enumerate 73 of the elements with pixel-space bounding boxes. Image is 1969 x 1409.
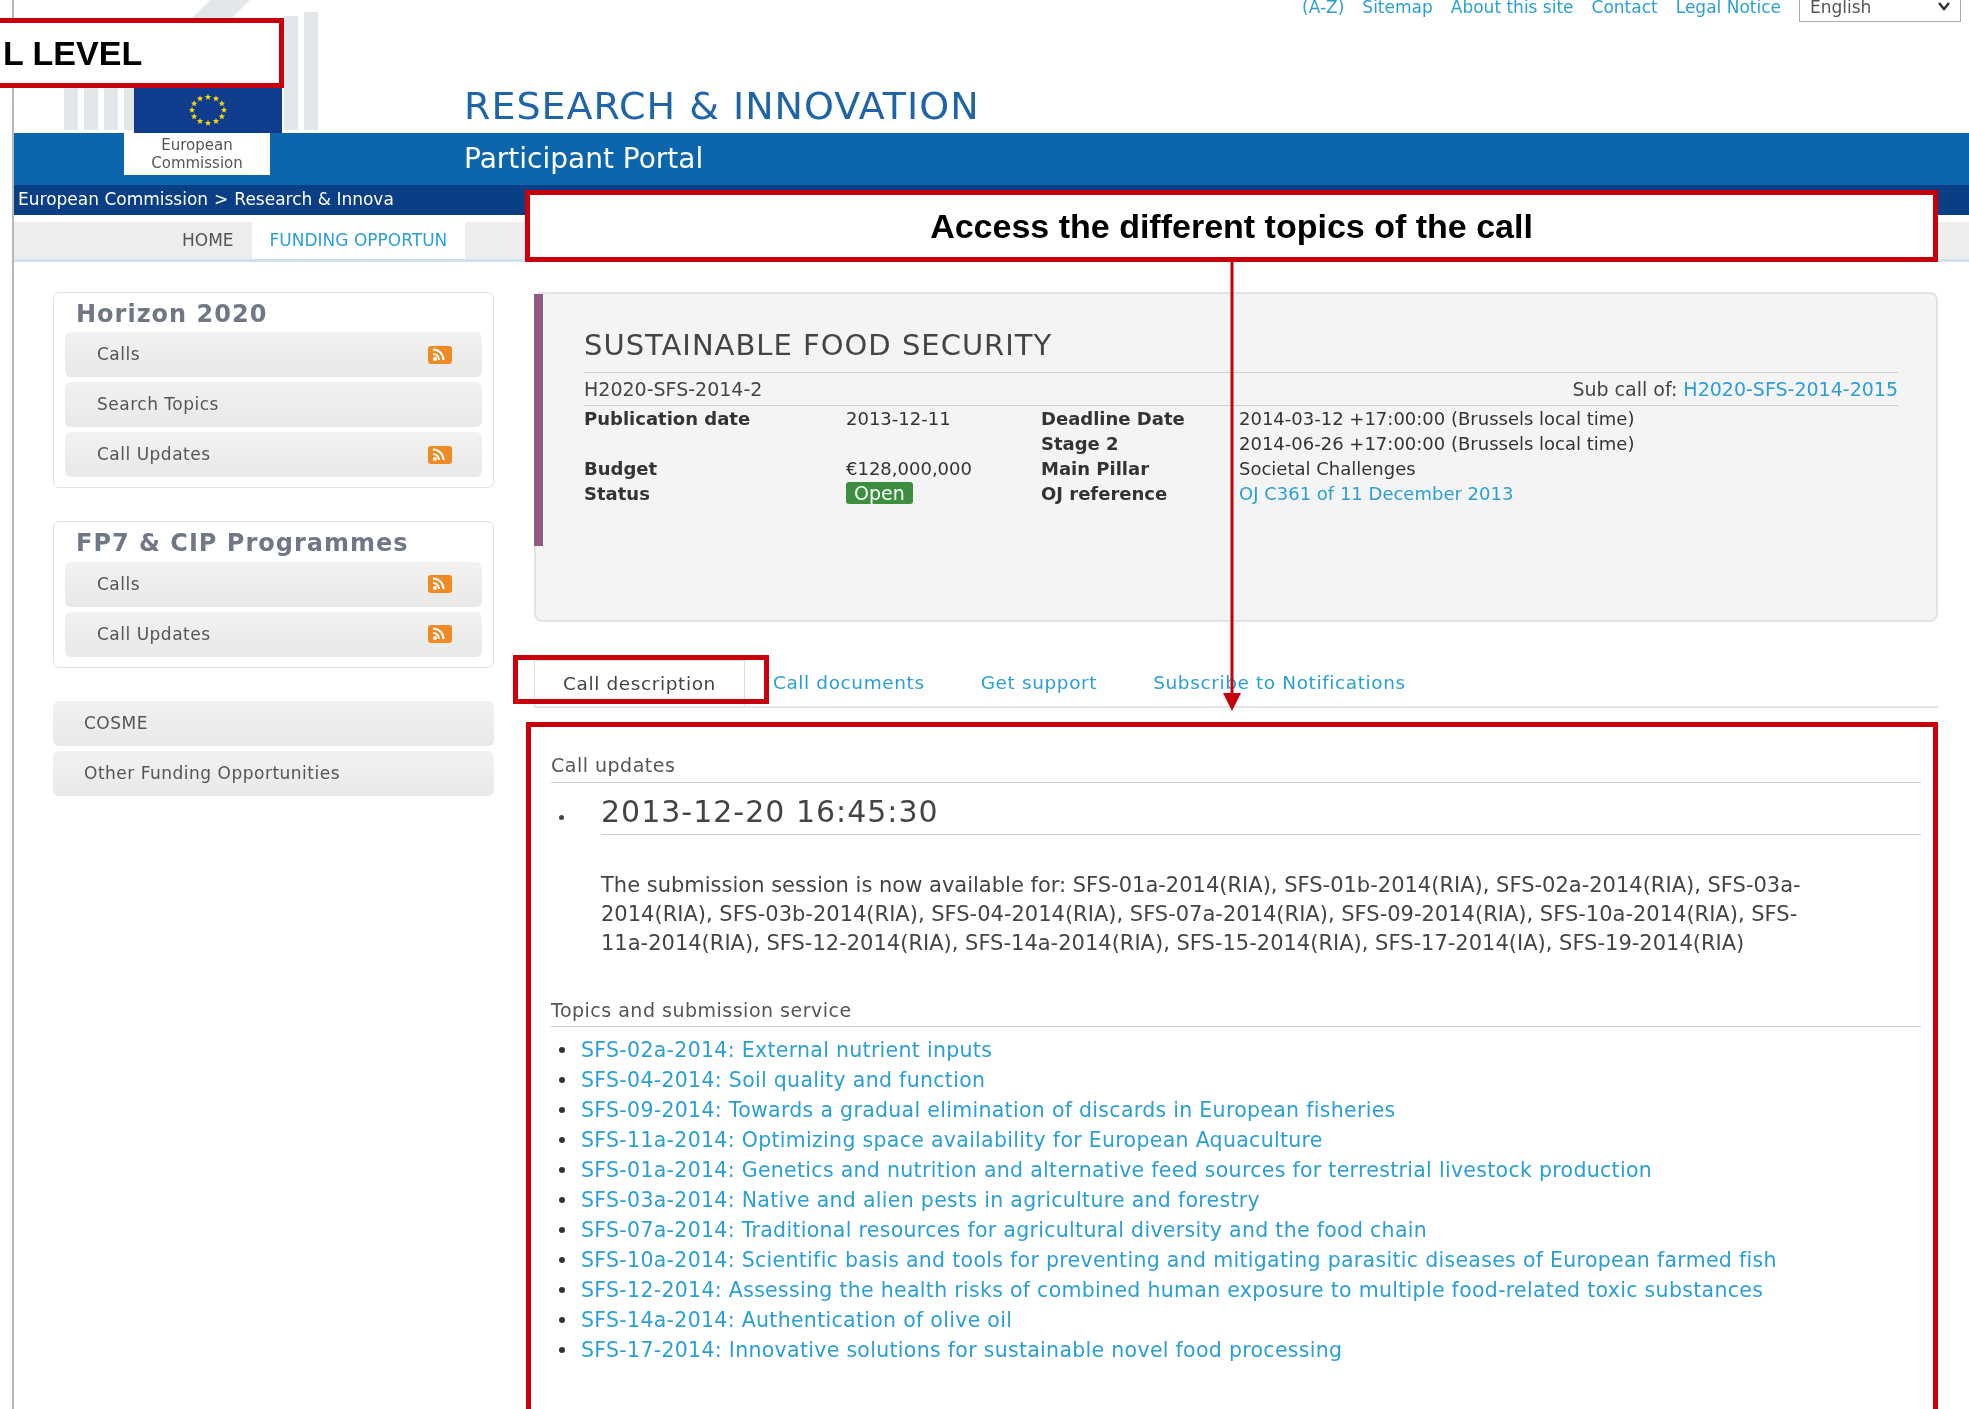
- topic-link[interactable]: SFS-11a-2014: Optimizing space availability for European Aquaculture: [581, 1125, 1323, 1155]
- top-link[interactable]: Contact: [1591, 0, 1658, 21]
- update-text: The submission session is now available for: SFS-01a-2014(RIA), SFS-01b-2014(RIA), SFS-02a-2014(RIA), SFS-03a-2014(RIA), SFS-03b-2014(RIA), SFS-04-2014(RIA), SFS-07a-2014(RIA), SFS-09-2014(RIA), SFS-10a-2014(RIA), SFS-11a-2014(RIA), SFS-12-2014(RIA), SFS-14a-2014(RIA), SFS-15-2014(RIA), SFS-17-2014(IA), SFS-19-2014(RIA): [601, 871, 1802, 957]
- sub-call-link[interactable]: H2020-SFS-2014-2015: [1683, 377, 1898, 400]
- content-tab[interactable]: Call documents: [744, 660, 953, 706]
- field-label: Deadline Date: [1041, 407, 1186, 431]
- topic-link[interactable]: SFS-01a-2014: Genetics and nutrition and alternative feed sources for terrestrial livestock production: [581, 1155, 1653, 1185]
- bullet-icon: [559, 1347, 565, 1353]
- sidebar-item[interactable]: Calls: [65, 332, 482, 378]
- sidebar-item[interactable]: Call Updates: [65, 432, 482, 478]
- reference-link[interactable]: OJ C361 of 11 December 2013: [1239, 483, 1514, 504]
- bullet-icon: [559, 1287, 565, 1293]
- field-value: €128,000,000: [846, 457, 973, 481]
- section-heading: Call updates: [551, 751, 1921, 783]
- topic-link[interactable]: SFS-09-2014: Towards a gradual elimination of discards in European fisheries: [581, 1095, 1396, 1125]
- bullet-icon: [559, 1197, 565, 1203]
- bullet-icon: [559, 814, 564, 820]
- caret-icon: [1938, 1, 1950, 11]
- bullet-icon: [559, 1227, 565, 1233]
- update-timestamp: 2013-12-20 16:45:30: [601, 788, 1921, 835]
- breadcrumb-separator: >: [214, 188, 229, 212]
- breadcrumb-link[interactable]: Research & Innova: [234, 187, 394, 213]
- top-link[interactable]: Legal Notice: [1675, 0, 1781, 21]
- content-tab[interactable]: Call description: [534, 660, 745, 706]
- bullet-icon: [559, 1167, 565, 1173]
- topic-link[interactable]: SFS-04-2014: Soil quality and function: [581, 1065, 986, 1095]
- sidebar-item[interactable]: Call Updates: [65, 611, 482, 657]
- bullet-icon: [559, 1077, 565, 1083]
- top-link[interactable]: Sitemap: [1362, 0, 1433, 21]
- call-title: SUSTAINABLE FOOD SECURITY: [584, 324, 1898, 373]
- topic-link[interactable]: SFS-10a-2014: Scientific basis and tools for preventing and mitigating parasitic diseases of European farmed fish: [581, 1245, 1777, 1275]
- section-heading: Topics and submission service: [551, 995, 1921, 1027]
- field-value: 2014-06-26 +17:00:00 (Brussels local time): [1239, 432, 1636, 456]
- content-tab[interactable]: Get support: [952, 660, 1126, 706]
- logo-text: European Commission: [124, 133, 270, 175]
- field-label: Stage 2: [1041, 432, 1120, 456]
- call-identifier: H2020-SFS-2014-2: [584, 376, 763, 402]
- top-link[interactable]: (A-Z): [1302, 0, 1345, 21]
- field-label: OJ reference: [1041, 482, 1169, 506]
- topic-link[interactable]: SFS-03a-2014: Native and alien pests in agriculture and forestry: [581, 1185, 1260, 1215]
- bullet-icon: [559, 1047, 565, 1053]
- breadcrumb-link[interactable]: European Commission: [18, 187, 209, 213]
- field-label: Status: [584, 482, 651, 506]
- sub-call-label: Sub call of:: [1572, 377, 1678, 400]
- sidebar-item[interactable]: Search Topics: [65, 382, 482, 428]
- language-select[interactable]: English: [1799, 0, 1961, 22]
- bullet-icon: [559, 1137, 565, 1143]
- sidebar-item[interactable]: Calls: [65, 561, 482, 607]
- top-link[interactable]: About this site: [1450, 0, 1574, 21]
- nav-tab[interactable]: FUNDING OPPORTUN: [251, 222, 466, 259]
- nav-tab[interactable]: HOME: [164, 222, 252, 259]
- topic-link[interactable]: SFS-02a-2014: External nutrient inputs: [581, 1035, 993, 1065]
- field-value: 2013-12-11: [846, 407, 952, 431]
- sidebar-item[interactable]: Other Funding Opportunities: [53, 750, 494, 796]
- bullet-icon: [559, 1257, 565, 1263]
- bullet-icon: [559, 1107, 565, 1113]
- field-label: Publication date: [584, 407, 752, 431]
- sidebar-item[interactable]: COSME: [53, 700, 494, 746]
- bullet-icon: [559, 1317, 565, 1323]
- sidebar-heading: FP7 & CIP Programmes: [75, 530, 410, 557]
- topic-link[interactable]: SFS-14a-2014: Authentication of olive oil: [581, 1305, 1013, 1335]
- field-value: Societal Challenges: [1239, 457, 1417, 481]
- topic-link[interactable]: SFS-12-2014: Assessing the health risks of combined human exposure to multiple food-related toxic substances: [581, 1275, 1764, 1305]
- sidebar-heading: Horizon 2020: [75, 301, 269, 328]
- annotation-callout: Access the different topics of the call: [525, 190, 1938, 262]
- status-badge: Open: [846, 482, 913, 504]
- site-title: RESEARCH & INNOVATION: [464, 83, 980, 130]
- topic-link[interactable]: SFS-17-2014: Innovative solutions for sustainable novel food processing: [581, 1335, 1343, 1365]
- annotation-label: L LEVEL: [0, 18, 284, 88]
- field-value: 2014-03-12 +17:00:00 (Brussels local time): [1239, 407, 1636, 431]
- field-label: Main Pillar: [1041, 457, 1151, 481]
- field-label: Budget: [584, 457, 659, 481]
- topic-link[interactable]: SFS-07a-2014: Traditional resources for agricultural diversity and the food chain: [581, 1215, 1428, 1245]
